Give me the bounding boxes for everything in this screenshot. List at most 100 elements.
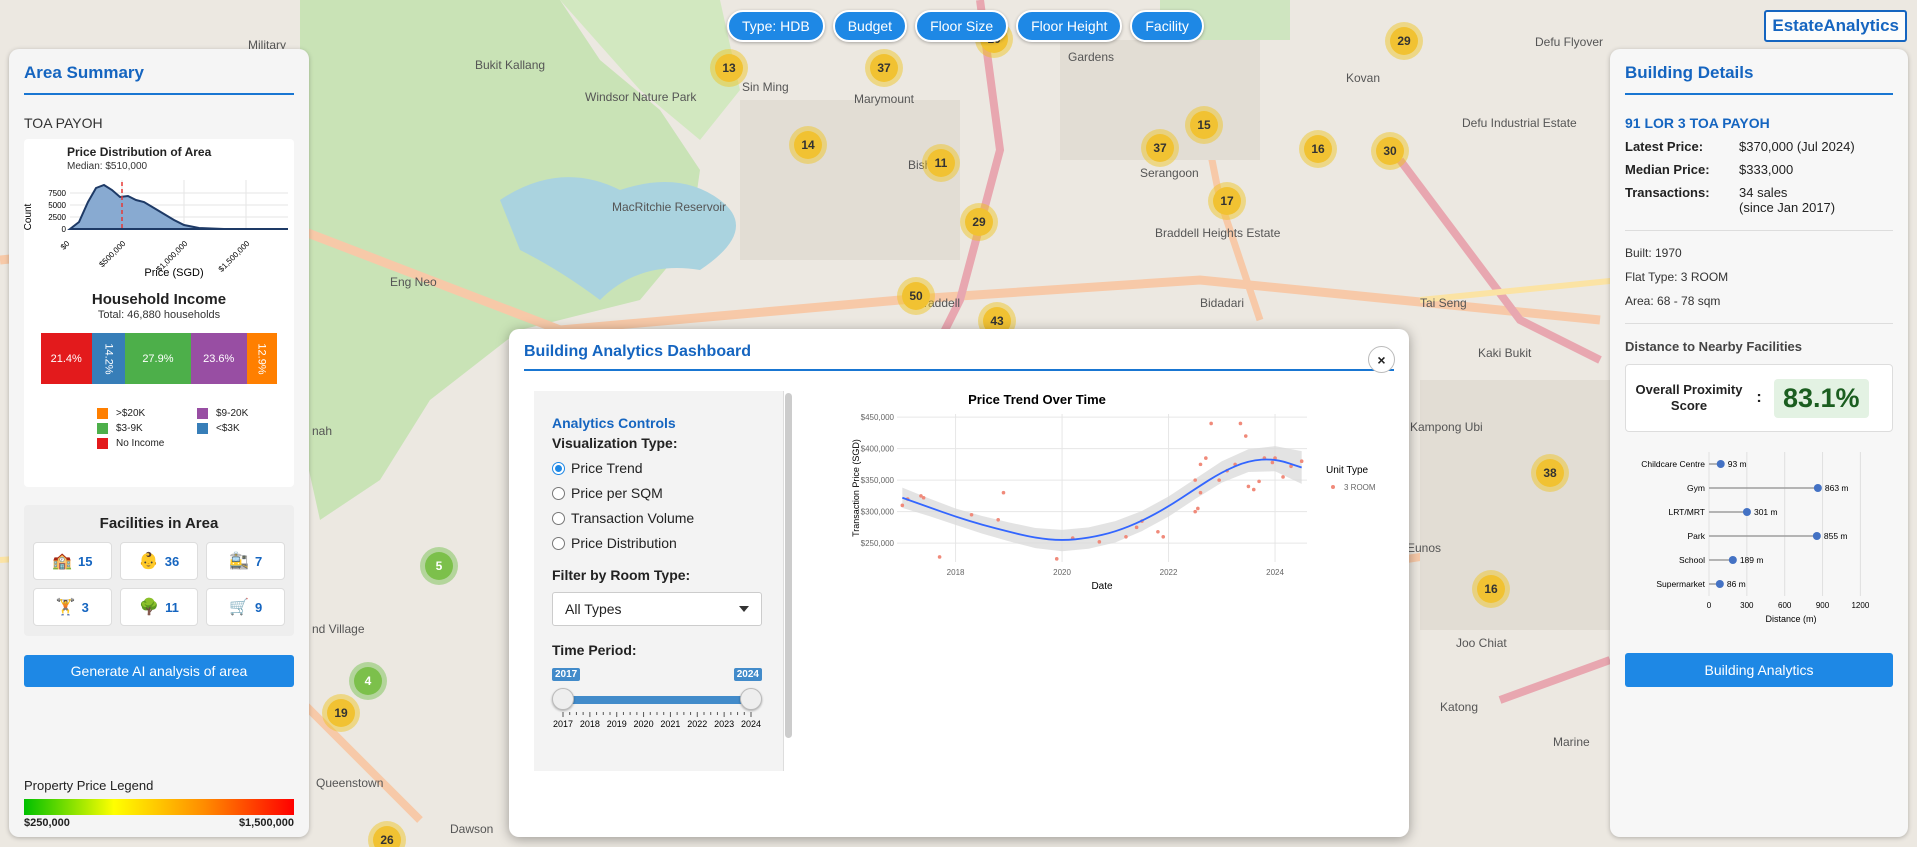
legend-swatch [197, 408, 208, 419]
slider-from-handle[interactable] [552, 688, 574, 710]
cluster-count: 5 [425, 552, 453, 580]
map-place-label: Defu Flyover [1535, 35, 1604, 49]
map-cluster-marker[interactable]: 29 [1385, 22, 1423, 60]
legend-label: <$3K [216, 423, 240, 434]
cluster-count: 11 [927, 149, 955, 177]
slider-track[interactable] [562, 696, 752, 704]
filter-type-button[interactable]: Type: HDB [727, 10, 825, 42]
dist-value-label: 189 m [1740, 555, 1764, 565]
radio-button[interactable] [552, 486, 565, 500]
map-cluster-marker[interactable]: 16 [1472, 570, 1510, 608]
facility-childcare[interactable]: 👶 36 [119, 542, 199, 580]
dist-value-label: 855 m [1824, 531, 1848, 541]
ytick-0: 0 [62, 225, 67, 234]
facility-count: 3 [81, 599, 89, 615]
controls-scrollbar[interactable] [785, 393, 792, 738]
map-cluster-marker[interactable]: 11 [922, 144, 960, 182]
trend-point [1198, 462, 1203, 467]
map-cluster-marker[interactable]: 15 [1185, 106, 1223, 144]
dist-point [1728, 556, 1737, 564]
filter-floor-height-button[interactable]: Floor Height [1016, 10, 1123, 42]
dist-value-label: 86 m [1727, 579, 1746, 589]
map-place-label: Bidadari [1200, 296, 1245, 310]
dist-xtick: 900 [1816, 601, 1830, 610]
trend-point [1270, 460, 1275, 465]
trend-ytick: $300,000 [861, 508, 895, 517]
map-cluster-marker[interactable]: 37 [1141, 129, 1179, 167]
viz-option-price-trend[interactable]: Price Trend [552, 460, 765, 476]
map-cluster-marker[interactable]: 13 [710, 49, 748, 87]
trend-point [969, 512, 974, 517]
radio-button[interactable] [552, 461, 565, 475]
map-cluster-marker[interactable]: 14 [789, 126, 827, 164]
income-segment-label: 21.4% [50, 352, 82, 365]
trend-ytick: $450,000 [861, 413, 895, 422]
brand-logo[interactable]: EstateAnalytics [1764, 10, 1907, 42]
viz-option-transaction-volume[interactable]: Transaction Volume [552, 510, 765, 526]
map-cluster-marker[interactable]: 19 [322, 694, 360, 732]
radio-button[interactable] [552, 536, 565, 550]
filter-facility-button[interactable]: Facility [1130, 10, 1204, 42]
map-cluster-marker[interactable]: 29 [960, 203, 998, 241]
map-cluster-marker[interactable]: 50 [897, 277, 935, 315]
trend-point [1204, 456, 1208, 460]
facility-gym[interactable]: 🏋 3 [33, 588, 112, 626]
trend-point [937, 555, 942, 559]
map-cluster-marker[interactable]: 38 [1531, 454, 1569, 492]
floor-area: Area: 68 - 78 sqm [1625, 294, 1721, 308]
time-period-slider[interactable]: 2017 2024 2017 2018 2019 2020 2021 2022 2023 20… [552, 668, 762, 728]
trend-point [1281, 475, 1285, 479]
generate-ai-analysis-button[interactable]: Generate AI analysis of area [24, 655, 294, 687]
dist-point [1813, 484, 1822, 492]
radio-label: Price Distribution [571, 535, 677, 551]
map-place-label: Gardens [1068, 50, 1115, 64]
price-dist-median: Median: $510,000 [67, 161, 148, 172]
slider-to-label: 2024 [733, 668, 762, 681]
ytick-5000: 5000 [48, 201, 66, 210]
xtick-500k: $500,000 [97, 239, 127, 269]
income-segment: 21.4% [41, 333, 92, 384]
map-cluster-marker[interactable]: 17 [1208, 182, 1246, 220]
proximity-score-box: Overall Proximity Score : 83.1% [1625, 364, 1893, 432]
room-type-select[interactable]: All Types [552, 592, 762, 626]
trend-point [1257, 479, 1261, 484]
facility-school[interactable]: 🏫 15 [33, 542, 112, 580]
median-price-value: $333,000 [1739, 162, 1794, 177]
map-cluster-marker[interactable]: 37 [865, 49, 903, 87]
map-cluster-marker[interactable]: 5 [420, 547, 458, 585]
building-analytics-button[interactable]: Building Analytics [1625, 653, 1893, 687]
trend-title: Price Trend Over Time [968, 392, 1106, 407]
time-period-label: Time Period: [552, 642, 637, 658]
price-dist-density [67, 183, 288, 230]
map-cluster-marker[interactable]: 4 [349, 662, 387, 700]
viz-option-price-distribution[interactable]: Price Distribution [552, 535, 765, 551]
radio-button[interactable] [552, 511, 565, 525]
cluster-count: 16 [1304, 135, 1332, 163]
slider-to-handle[interactable] [740, 688, 762, 710]
latest-price-row: Latest Price: $370,000 (Jul 2024) [1625, 139, 1893, 154]
income-segment-label: 14.2% [102, 342, 115, 375]
chevron-down-icon [739, 606, 749, 612]
legend-label: >$20K [116, 408, 146, 419]
map-place-label: Katong [1440, 700, 1479, 714]
viz-option-price-per-sqm[interactable]: Price per SQM [552, 485, 765, 501]
map-cluster-marker[interactable]: 16 [1299, 130, 1337, 168]
filter-budget-button[interactable]: Budget [832, 10, 908, 42]
trend-point [1193, 509, 1197, 514]
proximity-score-label: Overall Proximity Score [1635, 382, 1743, 413]
slider-from-label: 2017 [552, 668, 581, 681]
facility-supermarket[interactable]: 🛒 9 [206, 588, 285, 626]
trend-point [1097, 540, 1102, 544]
trend-point [1217, 478, 1221, 482]
close-icon[interactable]: × [1368, 346, 1395, 373]
facility-park[interactable]: 🌳 11 [119, 588, 199, 626]
trend-xtick: 2024 [1266, 568, 1284, 577]
slider-tick-label: 2019 [607, 719, 627, 728]
slider-tick-label: 2021 [660, 719, 680, 728]
facility-mrt[interactable]: 🚉 7 [206, 542, 285, 580]
filter-floor-size-button[interactable]: Floor Size [915, 10, 1009, 42]
legend-swatch [97, 408, 108, 419]
dist-xtick: 0 [1707, 601, 1712, 610]
building-details-title: Building Details [1625, 63, 1893, 95]
map-cluster-marker[interactable]: 30 [1371, 132, 1409, 170]
